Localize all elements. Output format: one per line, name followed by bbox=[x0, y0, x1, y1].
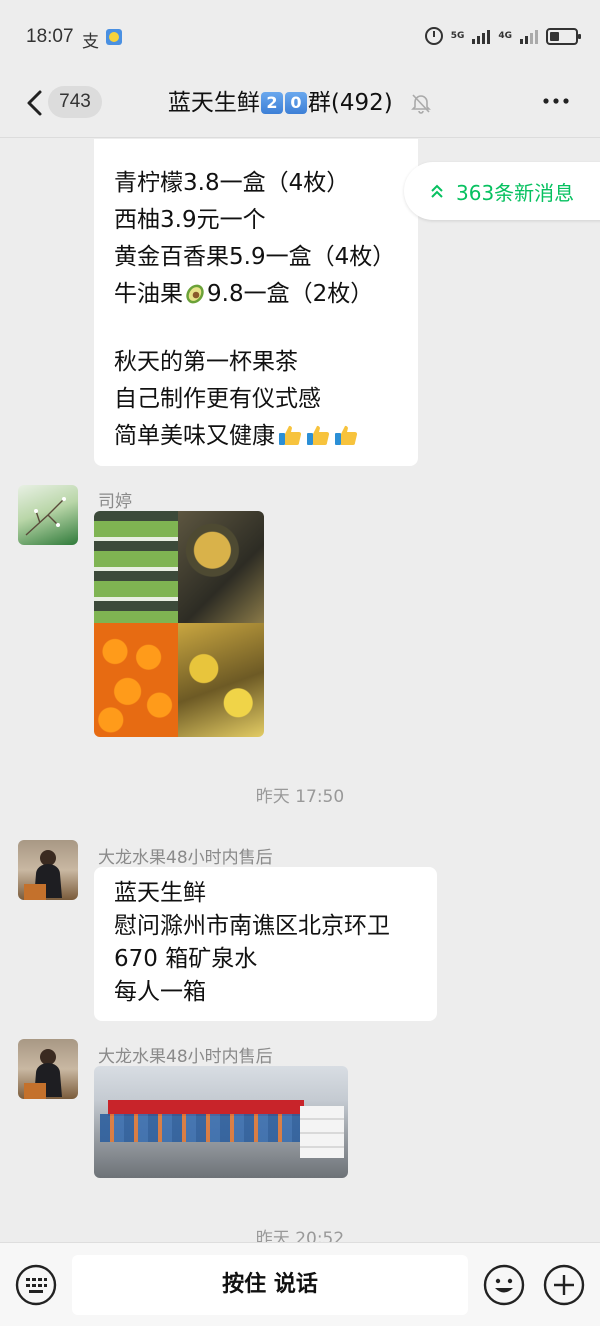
grapefruit-photo bbox=[178, 623, 264, 737]
thumbs-up-emoji-icon bbox=[307, 425, 330, 445]
thumbs-up-emoji-icon bbox=[335, 425, 358, 445]
message-line: 青柠檬3.8一盒（4枚） bbox=[114, 170, 350, 196]
status-time: 18:07 bbox=[26, 26, 74, 47]
emoji-icon[interactable] bbox=[483, 1264, 525, 1306]
signal-icon-2 bbox=[520, 28, 538, 44]
message-text: 简单美味又健康 bbox=[114, 423, 275, 449]
lime-boxes-photo bbox=[94, 511, 178, 623]
more-icon[interactable] bbox=[542, 96, 570, 106]
input-bar: 按住 说话 bbox=[0, 1242, 600, 1326]
chat-header: 743 蓝天生鲜 2 0 群(492) bbox=[0, 76, 600, 138]
message-bubble[interactable]: 蓝天生鲜 慰问滁州市南谯区北京环卫 670 箱矿泉水 每人一箱 bbox=[94, 867, 437, 1021]
sender-name: 大龙水果48小时内售后 bbox=[98, 848, 273, 868]
message-line: 慰问滁州市南谯区北京环卫 bbox=[114, 913, 390, 939]
chat-title-suffix: 群(492) bbox=[307, 89, 393, 116]
message-line-avocado: 牛油果 9.8一盒（2枚） bbox=[114, 276, 398, 313]
avatar[interactable] bbox=[18, 840, 78, 900]
crowd-shape bbox=[100, 1114, 300, 1142]
passion-fruit-photo bbox=[178, 511, 264, 623]
mute-icon bbox=[411, 93, 432, 114]
status-indicators: 5G 4G bbox=[424, 27, 581, 45]
battery-icon bbox=[546, 27, 581, 45]
message-line: 每人一箱 bbox=[114, 979, 206, 1005]
message-line-thumbs: 简单美味又健康 bbox=[114, 418, 398, 455]
thumbs-up-emoji-icon bbox=[279, 425, 302, 445]
message-line: 670 箱矿泉水 bbox=[114, 946, 258, 972]
time-divider: 昨天 17:50 bbox=[255, 787, 345, 807]
alipay-icon: 支 bbox=[82, 32, 99, 52]
fruit-collage-image[interactable] bbox=[94, 511, 264, 737]
network-5g-label: 5G bbox=[450, 30, 465, 41]
message-bubble-promo[interactable]: 青柠檬3.8一盒（4枚） 西柚3.9元一个 黄金百香果5.9一盒（4枚） 牛油果… bbox=[94, 139, 418, 466]
title-digit-2: 0 bbox=[284, 91, 307, 114]
double-chevron-up-icon bbox=[431, 184, 443, 198]
avatar-branch-image bbox=[25, 497, 66, 536]
message-line: 西柚3.9元一个 bbox=[114, 207, 266, 233]
plus-icon[interactable] bbox=[543, 1264, 585, 1306]
sender-name: 大龙水果48小时内售后 bbox=[98, 1047, 273, 1067]
keyboard-icon[interactable] bbox=[15, 1264, 57, 1306]
avocado-emoji-icon bbox=[186, 284, 204, 304]
chat-title[interactable]: 蓝天生鲜 2 0 群(492) bbox=[0, 84, 600, 121]
status-bar: 18:07 支 5G 4G bbox=[0, 0, 600, 76]
message-list[interactable]: 青柠檬3.8一盒（4枚） 西柚3.9元一个 黄金百香果5.9一盒（4枚） 牛油果… bbox=[0, 139, 600, 1242]
message-text: 牛油果 bbox=[114, 281, 183, 307]
message-line: 自己制作更有仪式感 bbox=[114, 386, 321, 412]
chat-title-prefix: 蓝天生鲜 bbox=[167, 89, 260, 116]
avatar[interactable] bbox=[18, 1039, 78, 1099]
network-4g-label: 4G bbox=[498, 30, 512, 41]
oranges-photo bbox=[94, 623, 178, 737]
new-messages-label: 363条新消息 bbox=[456, 181, 575, 205]
message-line: 蓝天生鲜 bbox=[114, 880, 206, 906]
message-line: 黄金百香果5.9一盒（4枚） bbox=[114, 244, 396, 270]
new-messages-button[interactable]: 363条新消息 bbox=[404, 162, 600, 220]
sender-name: 司婷 bbox=[98, 492, 132, 512]
message-text: 9.8一盒（2枚） bbox=[207, 281, 374, 307]
avatar-person-image bbox=[24, 850, 62, 900]
signal-icon bbox=[472, 28, 491, 44]
title-digit-1: 2 bbox=[260, 91, 283, 114]
hold-to-talk-button[interactable]: 按住 说话 bbox=[72, 1255, 468, 1315]
alarm-icon bbox=[424, 27, 443, 45]
avatar-person-image bbox=[24, 1049, 62, 1099]
time-divider: 昨天 20:52 bbox=[255, 1229, 345, 1242]
weather-icon bbox=[106, 29, 122, 45]
group-photo-image[interactable] bbox=[94, 1066, 348, 1178]
avatar[interactable] bbox=[18, 485, 78, 545]
water-boxes-shape bbox=[300, 1106, 344, 1158]
message-line: 秋天的第一杯果茶 bbox=[114, 349, 298, 375]
